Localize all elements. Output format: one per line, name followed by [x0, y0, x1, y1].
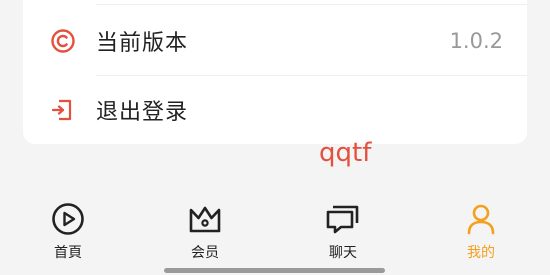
divider [96, 4, 527, 5]
logout-icon [49, 96, 77, 124]
tab-chat[interactable]: 聊天 [298, 190, 388, 265]
tab-vip[interactable]: 会员 [160, 190, 250, 265]
home-indicator[interactable] [164, 268, 385, 273]
settings-card: 当前版本 1.0.2 退出登录 [23, 0, 527, 144]
version-value: 1.0.2 [449, 29, 503, 53]
logout-label: 退出登录 [96, 100, 189, 125]
copyright-icon [49, 27, 77, 55]
chat-icon [323, 199, 363, 239]
tab-bar: 首頁 会员 聊天 我的 [0, 190, 550, 275]
version-row[interactable]: 当前版本 1.0.2 [23, 6, 527, 76]
user-icon [461, 199, 501, 239]
tab-mine[interactable]: 我的 [436, 190, 526, 265]
watermark-text: qqtf [319, 138, 372, 168]
tab-label: 会员 [191, 245, 219, 261]
tab-label: 聊天 [329, 245, 357, 261]
version-label: 当前版本 [96, 31, 189, 56]
screen: 当前版本 1.0.2 退出登录 qqtf 首頁 会员 聊天 我的 [0, 0, 550, 275]
logout-row[interactable]: 退出登录 [23, 75, 527, 145]
play-circle-icon [48, 199, 88, 239]
tab-label: 我的 [467, 245, 495, 261]
tab-home[interactable]: 首頁 [23, 190, 113, 265]
tab-label: 首頁 [54, 245, 82, 261]
crown-icon [185, 199, 225, 239]
